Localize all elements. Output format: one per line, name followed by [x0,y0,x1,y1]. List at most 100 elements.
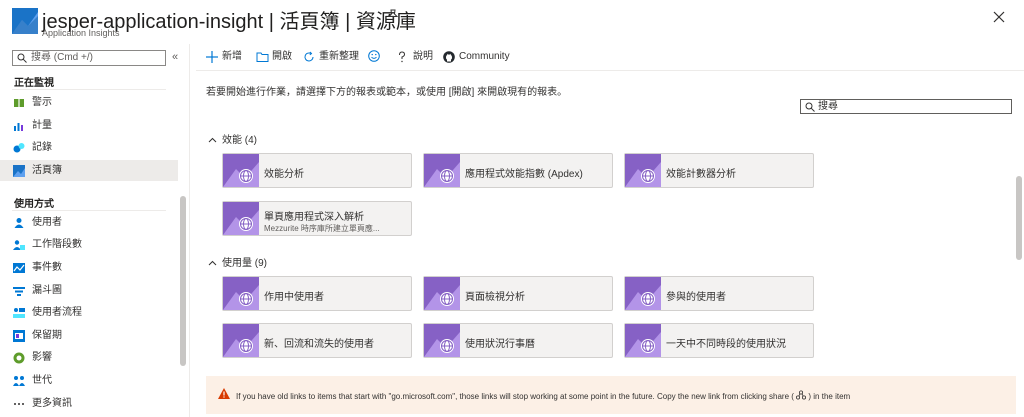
gallery-instructions: 若要開始進行作業，請選擇下方的報表或範本，或使用 [開啟] 來開啟現有的報表。 [206,87,568,98]
workbook-template-icon [223,154,259,187]
sidebar-item-logs[interactable]: 記錄 [0,137,178,158]
card-title: 效能分析 [264,169,304,180]
retention-icon [13,330,25,342]
divider [12,89,166,90]
open-label: 開啟 [272,51,292,62]
sidebar-item-workbooks[interactable]: 活頁簿 [0,160,178,181]
sidebar-item-label: 使用者 [32,217,62,228]
chevron-up-icon [208,258,222,269]
menu-search-placeholder: 搜尋 (Cmd +/) [31,52,93,63]
help-label: 說明 [413,51,433,62]
sidebar-scrollbar[interactable] [180,196,186,366]
logs-icon [13,143,25,153]
funnel-icon [13,287,25,296]
sidebar-item-label: 計量 [32,120,52,131]
sidebar-item-label: 世代 [32,375,52,386]
workbook-card[interactable]: 參與的使用者 [624,276,814,311]
group-monitoring: 正在監視 [14,78,54,89]
sidebar-item-more-info[interactable]: 更多資訊 [0,393,178,414]
gallery-search-placeholder: 搜尋 [818,101,838,112]
workbook-card[interactable]: 效能分析 [222,153,412,188]
workbook-card[interactable]: 一天中不同時段的使用狀況 [624,323,814,358]
menu-search-input[interactable]: 搜尋 (Cmd +/) [12,50,166,66]
workbooks-icon [13,165,25,177]
sidebar-item-label: 記錄 [32,142,52,153]
sidebar-item-label: 更多資訊 [32,398,72,409]
collapse-menu-button[interactable]: « [172,51,178,63]
warning-message: If you have old links to items that star… [236,390,850,401]
refresh-label: 重新整理 [319,51,359,62]
resource-menu-sidebar: 搜尋 (Cmd +/) « 正在監視 警示 計量 記錄 活頁簿 使用方式 使用者 [0,44,190,417]
open-button[interactable]: 開啟 [256,50,292,64]
section-title: 效能 (4) [222,135,257,146]
chevron-up-icon [208,135,222,146]
workbook-card[interactable]: 頁面檢視分析 [423,276,613,311]
card-title: 作用中使用者 [264,292,324,303]
refresh-icon [304,51,314,62]
impact-icon [13,352,25,364]
warning-text: If you have old links to items that star… [236,392,794,401]
community-button[interactable]: Community [443,50,510,64]
help-icon [399,51,406,63]
workbook-template-icon [223,324,259,357]
pin-icon[interactable] [386,9,400,23]
workbook-card[interactable]: 作用中使用者 [222,276,412,311]
workbook-card[interactable]: 單頁應用程式深入解析 Mezzurite 時序庫所建立單頁應... [222,201,412,236]
workbook-template-icon [625,154,661,187]
sidebar-item-label: 影響 [32,352,52,363]
workbook-template-icon [424,154,460,187]
card-title: 使用狀況行事曆 [465,339,535,350]
user-flows-icon [13,308,25,318]
app-insights-logo-icon [12,8,38,34]
more-icon [14,403,24,405]
workbook-card[interactable]: 新、回流和流失的使用者 [222,323,412,358]
content-scrollbar[interactable] [1016,176,1022,260]
sidebar-item-impact[interactable]: 影響 [0,347,178,368]
section-usage-header[interactable]: 使用量 (9) [208,254,267,269]
sessions-icon [13,240,25,250]
workbook-template-icon [625,324,661,357]
community-label: Community [459,51,510,62]
card-title: 參與的使用者 [666,292,726,303]
divider [12,210,166,211]
card-title: 應用程式效能指數 (Apdex) [465,169,583,180]
sidebar-item-alerts[interactable]: 警示 [0,92,178,113]
sidebar-item-cohorts[interactable]: 世代 [0,370,178,391]
alerts-icon [14,99,24,107]
close-icon[interactable] [991,9,1007,25]
workbook-card[interactable]: 效能計數器分析 [624,153,814,188]
card-title: 新、回流和流失的使用者 [264,339,374,350]
sidebar-item-metrics[interactable]: 計量 [0,115,178,136]
workbook-card[interactable]: 應用程式效能指數 (Apdex) [423,153,613,188]
workbook-template-icon [424,324,460,357]
feedback-button[interactable] [368,50,380,67]
sidebar-item-retention[interactable]: 保留期 [0,325,178,346]
blade-header: jesper-application-insight | 活頁簿 | 資源庫 A… [0,0,1024,44]
warning-banner: If you have old links to items that star… [206,376,1016,414]
refresh-button[interactable]: 重新整理 [303,50,359,64]
sidebar-item-funnels[interactable]: 漏斗圖 [0,280,178,301]
group-usage: 使用方式 [14,199,54,210]
sidebar-item-user-flows[interactable]: 使用者流程 [0,302,178,323]
users-icon [14,218,24,228]
workbook-template-icon [223,202,259,235]
share-icon [796,390,807,400]
workbook-template-icon [223,277,259,310]
sidebar-item-label: 工作階段數 [32,239,82,250]
sidebar-item-sessions[interactable]: 工作階段數 [0,234,178,255]
gallery-search-input[interactable]: 搜尋 [800,99,1012,114]
sidebar-item-label: 保留期 [32,330,62,341]
new-button[interactable]: 新增 [206,50,242,64]
warning-text-end: ) in the item [808,392,851,401]
plus-icon [206,51,218,63]
sidebar-item-users[interactable]: 使用者 [0,212,178,233]
card-title: 一天中不同時段的使用狀況 [666,339,786,350]
folder-icon [256,52,269,62]
sidebar-item-label: 活頁簿 [32,165,62,176]
workbook-card[interactable]: 使用狀況行事曆 [423,323,613,358]
sidebar-item-events[interactable]: 事件數 [0,257,178,278]
search-icon [17,53,27,63]
section-performance-header[interactable]: 效能 (4) [208,131,257,146]
cohorts-icon [13,376,25,386]
help-button[interactable]: 說明 [397,50,433,64]
